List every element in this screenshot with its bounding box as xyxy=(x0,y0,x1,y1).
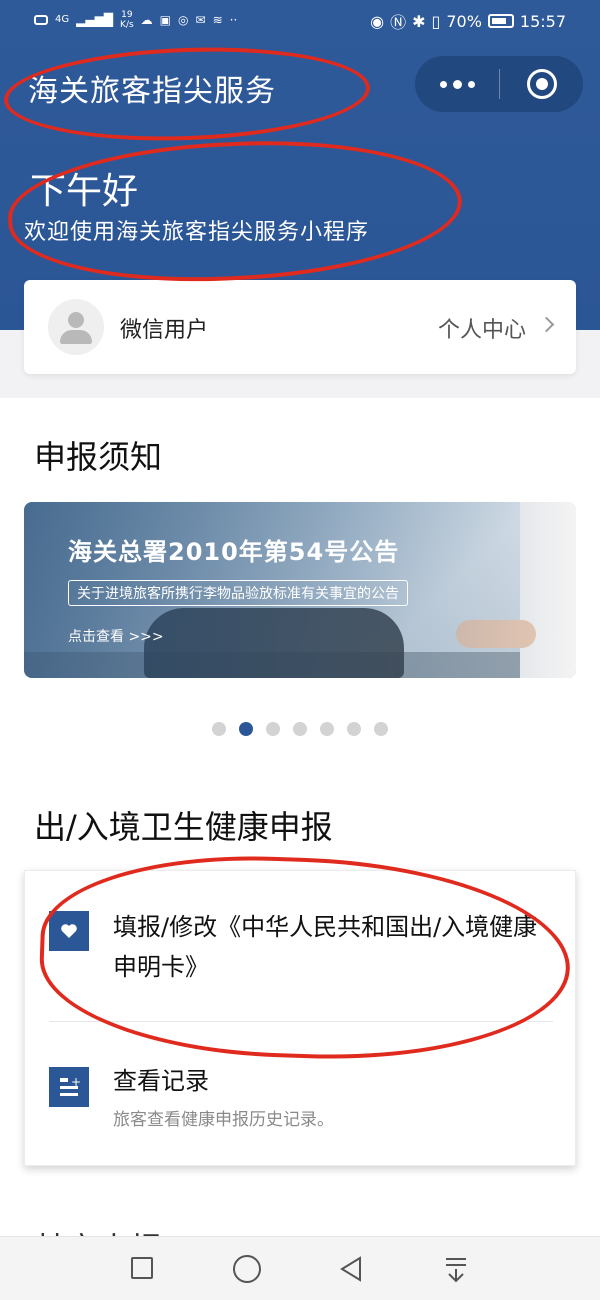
notice-section-title: 申报须知 xyxy=(34,438,163,476)
clock: 15:57 xyxy=(519,11,566,31)
bluetooth-icon: ✱ xyxy=(412,11,426,31)
miniprogram-capsule xyxy=(415,56,583,112)
app-icon: ▣ xyxy=(159,13,172,27)
mail-icon: ✉ xyxy=(195,13,206,27)
nfc-icon: Ⓝ xyxy=(390,13,407,32)
battery-percent: 70% xyxy=(446,11,482,31)
recent-apps-button[interactable] xyxy=(131,1257,153,1279)
network-label: 4G xyxy=(55,14,70,25)
more-dots-icon xyxy=(439,80,447,88)
avatar xyxy=(48,299,104,355)
browser-icon: ◎ xyxy=(178,13,189,27)
carousel-dot[interactable] xyxy=(320,722,334,736)
battery-icon xyxy=(487,14,514,28)
carousel-dot[interactable] xyxy=(347,722,361,736)
view-records-link[interactable]: 查看记录 xyxy=(113,1061,209,1096)
notification-pulldown-button[interactable] xyxy=(443,1255,469,1287)
record-list-icon: + xyxy=(49,1067,89,1107)
eye-icon: ◉ xyxy=(370,11,385,31)
carousel-indicator xyxy=(0,722,600,736)
announcement-banner[interactable]: 海关总署2010年第54号公告 关于进境旅客所携行李物品验放标准有关事宜的公告 … xyxy=(24,502,576,678)
network-speed: 19 K/s xyxy=(120,10,134,30)
chevron-right-icon xyxy=(538,316,555,333)
cloud-icon: ☁ xyxy=(140,13,153,27)
vibrate-icon: ▯ xyxy=(431,11,441,31)
wifi-icon: ≋ xyxy=(212,13,223,27)
more-notifications-icon: ·· xyxy=(229,13,238,27)
target-icon xyxy=(526,69,557,99)
personal-center-link[interactable]: 个人中心 xyxy=(438,312,526,344)
view-records-description: 旅客查看健康申报历史记录。 xyxy=(113,1110,334,1130)
health-section-title: 出/入境卫生健康申报 xyxy=(34,808,333,846)
more-options-button[interactable] xyxy=(415,56,499,112)
system-nav-bar xyxy=(0,1236,600,1300)
back-button[interactable] xyxy=(338,1255,364,1287)
carousel-dot[interactable] xyxy=(293,722,307,736)
main-content: 申报须知 海关总署2010年第54号公告 关于进境旅客所携行李物品验放标准有关事… xyxy=(0,398,600,1242)
banner-view-link[interactable]: 点击查看 >>> xyxy=(68,626,164,646)
close-miniprogram-button[interactable] xyxy=(500,56,583,112)
message-icon xyxy=(34,15,48,25)
home-button[interactable] xyxy=(233,1255,261,1283)
user-name: 微信用户 xyxy=(120,318,209,343)
carousel-dot[interactable] xyxy=(212,722,226,736)
carousel-dot-active[interactable] xyxy=(239,722,253,736)
banner-subtitle: 关于进境旅客所携行李物品验放标准有关事宜的公告 xyxy=(68,580,408,606)
user-card[interactable]: 微信用户 个人中心 xyxy=(24,280,576,374)
status-bar: 4G ▂▄▆█ 19 K/s ☁ ▣ ◎ ✉ ≋ ·· ◉ Ⓝ ✱ ▯ 70% … xyxy=(0,0,600,40)
carousel-dot[interactable] xyxy=(374,722,388,736)
banner-title: 海关总署2010年第54号公告 xyxy=(68,538,400,566)
signal-icon: ▂▄▆█ xyxy=(76,13,114,27)
carousel-dot[interactable] xyxy=(266,722,280,736)
